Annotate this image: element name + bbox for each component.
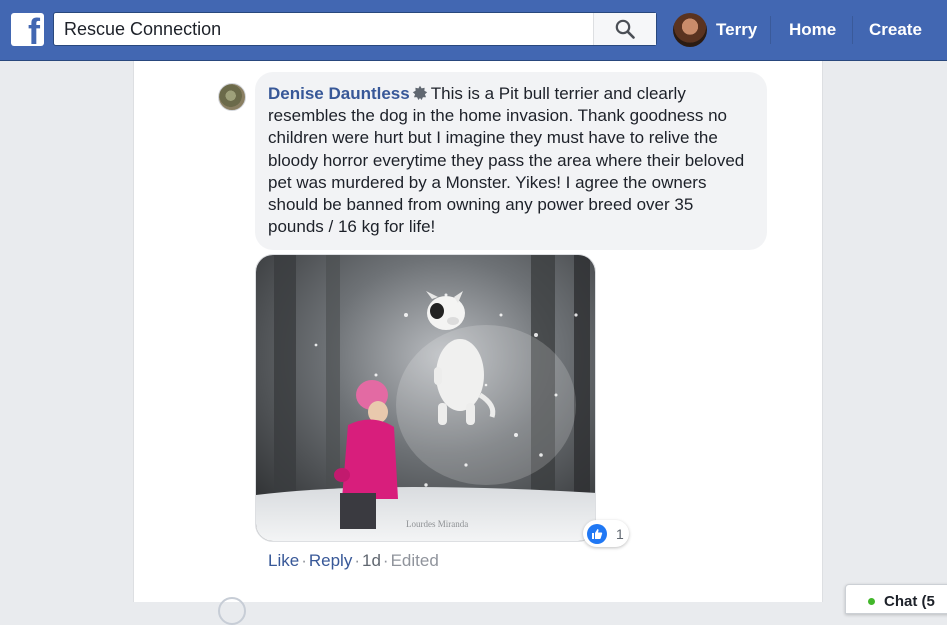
edited-label[interactable]: Edited: [391, 551, 439, 570]
comment-photo[interactable]: Lourdes Miranda: [255, 254, 596, 542]
nav-divider: [770, 16, 771, 44]
search-button[interactable]: [593, 13, 656, 45]
search-icon: [615, 19, 635, 39]
next-comment-avatar[interactable]: [218, 597, 246, 625]
user-avatar: [673, 13, 707, 47]
like-button[interactable]: Like: [268, 551, 299, 570]
search-bar: [53, 12, 657, 46]
dog-and-child-photo: Lourdes Miranda: [256, 255, 595, 541]
nav-home-link[interactable]: Home: [789, 20, 836, 40]
search-input[interactable]: [54, 13, 594, 45]
reply-button[interactable]: Reply: [309, 551, 352, 570]
facebook-logo-icon[interactable]: f: [11, 13, 44, 46]
top-fan-badge-icon: [412, 85, 427, 100]
chat-tab[interactable]: Chat (5: [845, 584, 947, 614]
comment-actions: Like · Reply · 1d · Edited: [268, 551, 439, 571]
comment-bubble: Denise Dauntless This is a Pit bull terri…: [255, 72, 767, 250]
reaction-summary[interactable]: 1: [583, 520, 629, 547]
profile-link[interactable]: Terry: [673, 13, 757, 47]
separator-dot: ·: [301, 551, 307, 570]
like-reaction-icon: [587, 523, 607, 544]
separator-dot: ·: [382, 551, 389, 570]
photo-watermark: Lourdes Miranda: [406, 519, 468, 529]
nav-divider: [852, 16, 853, 44]
separator-dot: ·: [354, 551, 360, 570]
top-navigation-bar: f Terry Home Create: [0, 0, 947, 61]
profile-name: Terry: [716, 20, 758, 39]
commenter-avatar[interactable]: [218, 83, 246, 111]
comment-timestamp[interactable]: 1d: [362, 551, 381, 570]
comment-text: This is a Pit bull terrier and clearly r…: [268, 84, 745, 237]
nav-create-link[interactable]: Create: [869, 20, 922, 40]
reaction-count: 1: [616, 525, 624, 542]
comment-author-link[interactable]: Denise Dauntless: [268, 84, 410, 103]
